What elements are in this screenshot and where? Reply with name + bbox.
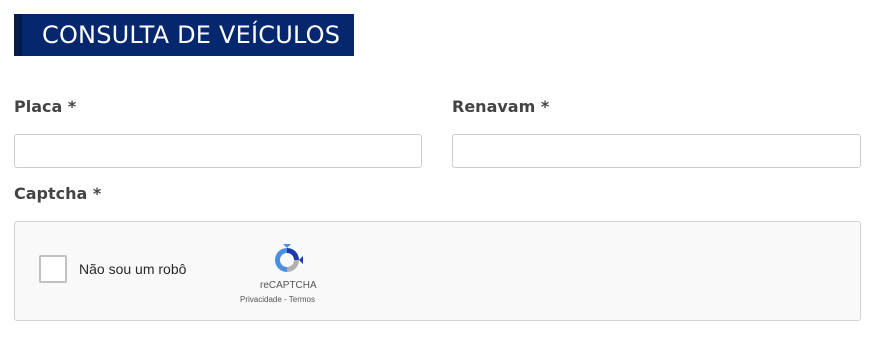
links-separator: -	[281, 295, 289, 304]
recaptcha-checkbox[interactable]	[39, 255, 67, 283]
page-title-banner: CONSULTA DE VEÍCULOS	[14, 14, 354, 56]
terms-link[interactable]: Termos	[289, 295, 315, 304]
privacy-link[interactable]: Privacidade	[240, 295, 282, 304]
recaptcha-checkbox-label[interactable]: Não sou um robô	[79, 261, 186, 277]
captcha-label: Captcha *	[14, 184, 102, 203]
page-title: CONSULTA DE VEÍCULOS	[42, 21, 341, 49]
recaptcha-logo-icon	[275, 244, 303, 272]
recaptcha-widget: Não sou um robô reCAPTCHA Privacidade - …	[14, 221, 861, 321]
renavam-label: Renavam *	[452, 97, 550, 116]
renavam-input[interactable]	[452, 134, 861, 168]
recaptcha-links: Privacidade - Termos	[240, 295, 315, 304]
recaptcha-brand: reCAPTCHA	[260, 280, 317, 291]
placa-input[interactable]	[14, 134, 422, 168]
placa-label: Placa *	[14, 97, 77, 116]
